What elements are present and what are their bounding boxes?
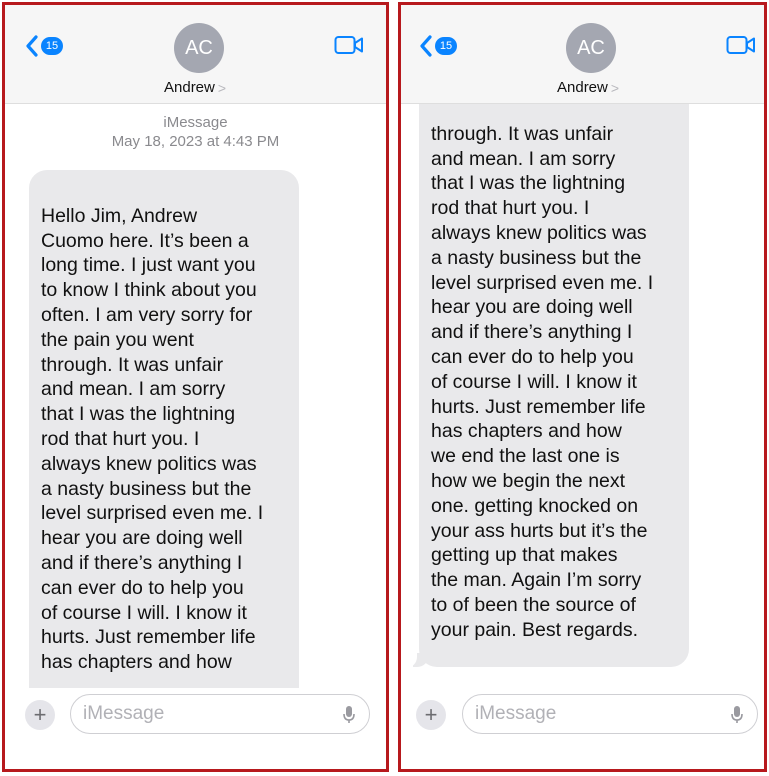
conversation-header: 15 AC Andrew > [5,5,386,104]
message-line: getting up that makes [431,544,618,567]
message-line: and mean. I am sorry [431,147,616,170]
message-line: often. I am very sorry for [41,303,253,326]
message-line: hurts. Just remember life [431,395,646,418]
microphone-icon [343,706,355,723]
message-line: can ever do to help you [41,576,244,599]
back-chevron-icon [420,35,432,57]
message-line: that I was the lightning [431,172,626,195]
message-line: always knew politics was [431,221,647,244]
thread-meta: iMessage May 18, 2023 at 4:43 PM [5,113,386,151]
message-line: always knew politics was [41,452,257,475]
screenshot-panel-right: through. It was unfair and mean. I am sor… [398,2,767,772]
message-line: level surprised even me. I [431,271,654,294]
facetime-button[interactable] [726,35,756,60]
message-bubble: Hello Jim, Andrew Cuomo here. It’s been a… [29,170,299,730]
message-line: rod that hurt you. I [41,427,200,450]
video-camera-icon [334,36,363,54]
message-line: your pain. Best regards. [431,618,639,641]
message-line: of course I will. I know it [431,370,637,393]
plus-icon: + [33,702,47,727]
message-input[interactable]: iMessage [462,694,758,734]
message-line: the man. Again I’m sorry [431,569,642,592]
bubble-tail [403,653,429,668]
back-chevron-icon [26,35,38,57]
message-line: a nasty business but the [431,246,642,269]
plus-button[interactable]: + [25,700,55,730]
avatar[interactable]: AC [566,23,616,73]
contact-name[interactable]: Andrew > [557,79,619,96]
message-line: one. getting knocked on [431,494,639,517]
message-line: the pain you went [41,328,194,351]
message-line: Hello Jim, Andrew [41,204,198,227]
message-text: through. It was unfair and mean. I am sor… [431,122,677,643]
screenshot-panel-left: Hello Jim, Andrew Cuomo here. It’s been a… [2,2,389,772]
message-line: long time. I just want you [41,254,256,277]
avatar-initials: AC [577,36,605,59]
plus-button[interactable]: + [416,700,446,730]
message-input-placeholder: iMessage [83,703,165,724]
message-line: of course I will. I know it [41,601,247,624]
message-input[interactable]: iMessage [70,694,370,734]
message-line: hurts. Just remember life [41,626,256,649]
message-line: to of been the source of [431,593,636,616]
message-line: your ass hurts but it’s the [431,519,648,542]
contact-name[interactable]: Andrew > [164,79,226,96]
message-line: has chapters and how [431,420,622,443]
message-line: that I was the lightning [41,403,236,426]
message-line: through. It was unfair [41,353,224,376]
conversation-header: 15 AC Andrew > [401,5,764,104]
composer-bar: + iMessage [401,688,764,769]
video-camera-icon [726,36,755,54]
timestamp: May 18, 2023 at 4:43 PM [111,133,280,150]
message-line: has chapters and how [41,651,232,674]
back-button[interactable]: 15 [25,33,63,59]
microphone-icon [731,706,743,723]
chevron-right-icon: > [217,79,227,96]
message-line: Cuomo here. It’s been a [41,229,249,252]
message-line: rod that hurt you. I [431,197,590,220]
avatar[interactable]: AC [174,23,224,73]
message-line: hear you are doing well [41,527,243,550]
back-button[interactable]: 15 [419,33,457,59]
message-line: we end the last one is [431,445,620,468]
message-text: Hello Jim, Andrew Cuomo here. It’s been a… [41,204,287,675]
avatar-initials: AC [185,36,213,59]
message-line: and if there’s anything I [431,321,633,344]
message-line: level surprised even me. I [41,502,264,525]
service-label: iMessage [163,114,228,131]
message-line: how we begin the next [431,469,626,492]
message-line: to know I think about you [41,279,257,302]
unread-badge: 15 [41,37,63,55]
unread-badge: 15 [435,37,457,55]
plus-icon: + [424,702,438,727]
contact-name-label: Andrew [164,79,215,96]
message-bubble: through. It was unfair and mean. I am sor… [419,85,689,667]
composer-bar: + iMessage [5,688,386,769]
message-line: through. It was unfair [431,122,614,145]
message-line: hear you are doing well [431,296,633,319]
contact-name-label: Andrew [557,79,608,96]
message-line: and mean. I am sorry [41,378,226,401]
message-line: can ever do to help you [431,345,634,368]
chevron-right-icon: > [610,79,620,96]
message-line: a nasty business but the [41,477,252,500]
facetime-button[interactable] [334,35,364,60]
message-input-placeholder: iMessage [475,703,557,724]
message-line: and if there’s anything I [41,551,243,574]
